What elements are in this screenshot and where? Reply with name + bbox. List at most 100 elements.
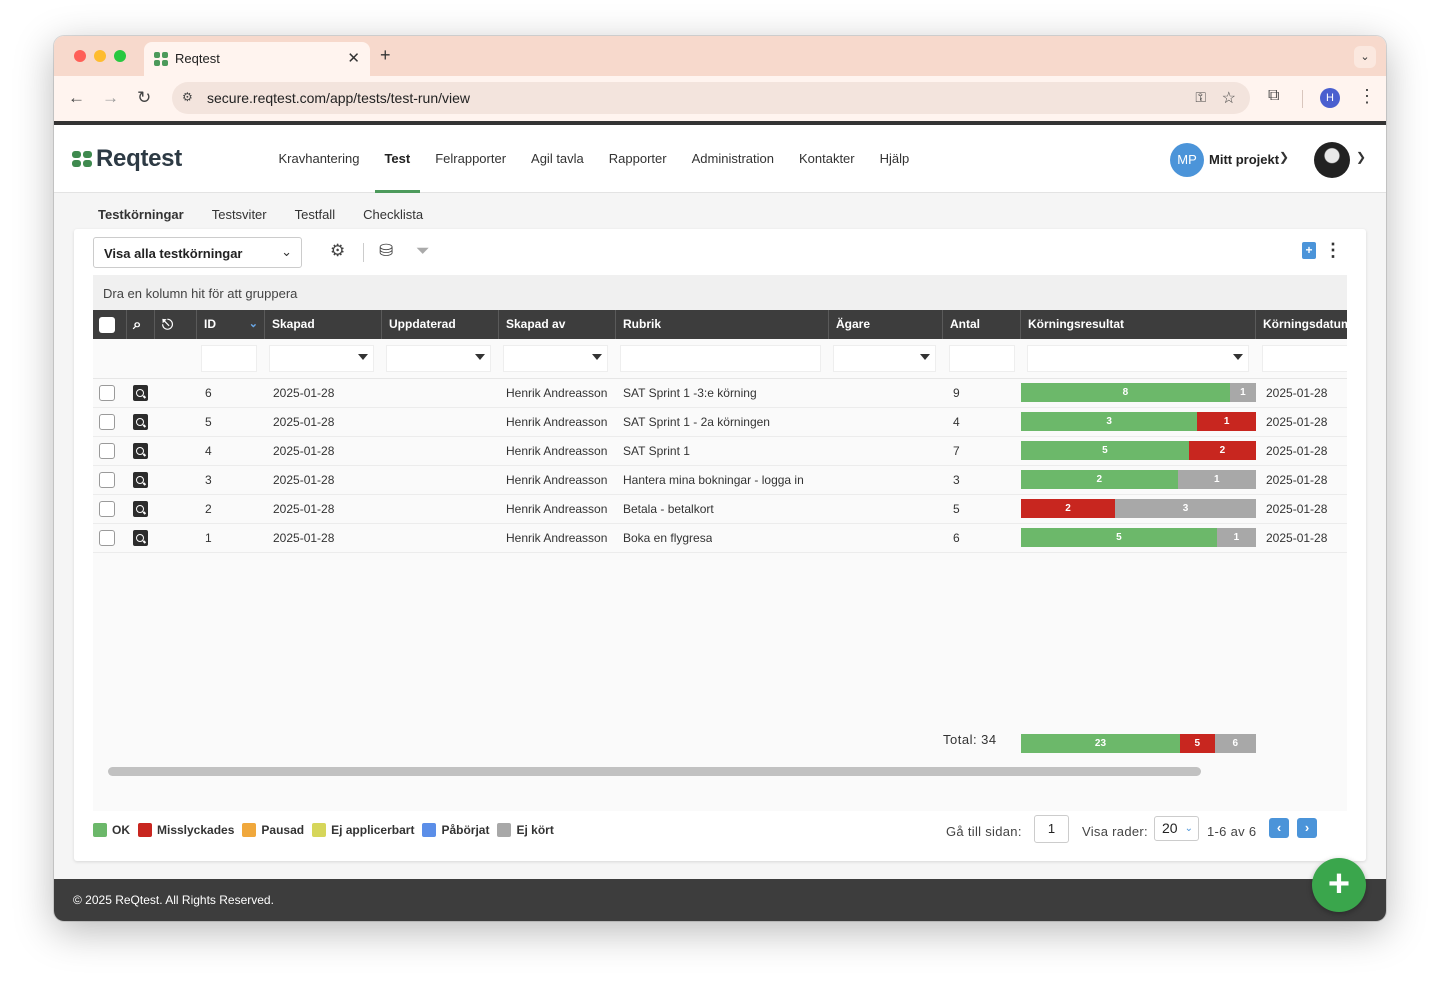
url-text[interactable]: secure.reqtest.com/app/tests/test-run/vi… (207, 90, 470, 106)
browser-window: Reqtest ✕ + ⌄ ← → ↻ ⚙ secure.reqtest.com… (54, 36, 1386, 921)
more-options-icon[interactable]: ⋮ (1324, 240, 1342, 261)
nav-item-agil-tavla[interactable]: Agil tavla (519, 125, 597, 193)
cell-title[interactable]: SAT Sprint 1 - 2a körningen (623, 408, 770, 436)
cell-title[interactable]: Betala - betalkort (623, 495, 714, 523)
project-badge[interactable]: MP (1170, 143, 1204, 177)
row-checkbox[interactable] (99, 385, 115, 401)
view-select-dropdown[interactable]: Visa alla testkörningar ⌄ (93, 237, 302, 268)
sort-chevron-icon[interactable]: ⌄ (249, 310, 258, 339)
cell-title[interactable]: SAT Sprint 1 (623, 437, 690, 465)
filter-korningsresultat-dropdown[interactable] (1027, 345, 1249, 372)
browser-profile-avatar[interactable]: H (1320, 88, 1340, 108)
project-selector[interactable]: Mitt projekt (1209, 152, 1279, 167)
settings-gear-icon[interactable]: ⚙ (330, 241, 345, 261)
forward-arrow-icon[interactable]: → (102, 88, 119, 108)
nav-item-administration[interactable]: Administration (679, 125, 786, 193)
row-checkbox[interactable] (99, 443, 115, 459)
goto-page-input[interactable]: 1 (1034, 815, 1069, 843)
column-header-antal[interactable]: Antal (943, 310, 1021, 339)
view-details-icon[interactable] (133, 414, 148, 430)
filter-skapad-av-dropdown[interactable] (503, 345, 608, 372)
close-window-button[interactable] (74, 50, 86, 62)
user-chevron-down-icon[interactable]: ❯ (1356, 150, 1366, 164)
cell-title[interactable]: SAT Sprint 1 -3:e körning (623, 379, 757, 407)
previous-page-button[interactable]: ‹ (1269, 818, 1289, 838)
reload-icon[interactable]: ↻ (137, 88, 151, 108)
tab-testfall[interactable]: Testfall (281, 193, 349, 228)
filter-antal-input[interactable] (949, 345, 1015, 372)
view-details-icon[interactable] (133, 501, 148, 517)
next-page-button[interactable]: › (1297, 818, 1317, 838)
filter-id-input[interactable] (201, 345, 257, 372)
filter-uppdaterad-dropdown[interactable] (386, 345, 491, 372)
row-checkbox[interactable] (99, 414, 115, 430)
column-header-agare[interactable]: Ägare (829, 310, 943, 339)
user-avatar[interactable] (1314, 142, 1350, 178)
tab-testkorningar[interactable]: Testkörningar (84, 193, 198, 235)
nav-item-rapporter[interactable]: Rapporter (596, 125, 679, 193)
clear-filter-icon[interactable]: ⏷ (416, 241, 430, 261)
legend-item: Ej kört (497, 823, 554, 837)
column-header-korningsresultat[interactable]: Körningsresultat (1021, 310, 1256, 339)
nav-item-kravhantering[interactable]: Kravhantering (266, 125, 372, 193)
rows-per-page-select[interactable]: 20 ⌄ (1154, 816, 1199, 841)
nav-item-felrapporter[interactable]: Felrapporter (423, 125, 519, 193)
row-checkbox[interactable] (99, 501, 115, 517)
view-details-icon[interactable] (133, 443, 148, 459)
save-view-icon[interactable]: ⛁ (379, 241, 393, 261)
nav-item-kontakter[interactable]: Kontakter (786, 125, 867, 193)
minimize-window-button[interactable] (94, 50, 106, 62)
column-header-korningsdatum[interactable]: Körningsdatum (1256, 310, 1347, 339)
column-header-id[interactable]: ID ⌄ (197, 310, 265, 339)
header-select-all-cell (93, 310, 127, 339)
filter-agare-dropdown[interactable] (833, 345, 936, 372)
group-panel[interactable]: Dra en kolumn hit för att gruppera (93, 275, 1347, 310)
tab-search-chevron-icon[interactable]: ⌄ (1354, 46, 1376, 68)
filter-rubrik-input[interactable] (620, 345, 821, 372)
new-tab-button[interactable]: + (380, 45, 391, 66)
back-arrow-icon[interactable]: ← (68, 88, 85, 108)
tab-close-icon[interactable]: ✕ (347, 49, 360, 67)
bookmark-star-icon[interactable]: ☆ (1222, 88, 1236, 108)
table-row[interactable]: 3 2025-01-28 Henrik Andreasson Hantera mina… (93, 466, 1347, 495)
table-row[interactable]: 1 2025-01-28 Henrik Andreasson Boka en flyg… (93, 524, 1347, 553)
column-header-skapad[interactable]: Skapad (265, 310, 382, 339)
table-row[interactable]: 6 2025-01-28 Henrik Andreasson SAT Sprint 1… (93, 379, 1347, 408)
table-row[interactable]: 4 2025-01-28 Henrik Andreasson SAT Sprint 1… (93, 437, 1347, 466)
view-details-icon[interactable] (133, 385, 148, 401)
cell-title[interactable]: Hantera mina bokningar - logga in (623, 466, 804, 494)
select-all-checkbox[interactable] (99, 317, 115, 333)
tab-testsviter[interactable]: Testsviter (198, 193, 281, 228)
tab-checklista[interactable]: Checklista (349, 193, 437, 228)
cell-title[interactable]: Boka en flygresa (623, 524, 712, 552)
filter-korningsdatum-input[interactable] (1262, 345, 1347, 372)
rows-per-page-label: Visa rader: (1082, 824, 1148, 839)
legend-label: Ej kört (516, 823, 554, 837)
column-header-uppdaterad[interactable]: Uppdaterad (382, 310, 499, 339)
chevron-down-icon: ⌄ (1184, 823, 1193, 834)
table-row[interactable]: 5 2025-01-28 Henrik Andreasson SAT Sprint 1… (93, 408, 1347, 437)
row-checkbox[interactable] (99, 530, 115, 546)
cell-created-by: Henrik Andreasson (506, 415, 608, 429)
header-view-icon: ⌕ (127, 310, 155, 339)
nav-item-hjalp[interactable]: Hjälp (867, 125, 922, 193)
extensions-puzzle-icon[interactable]: ⧉ (1268, 87, 1279, 105)
view-details-icon[interactable] (133, 530, 148, 546)
column-header-rubrik[interactable]: Rubrik (616, 310, 829, 339)
add-new-button[interactable]: + (1312, 858, 1366, 912)
project-chevron-down-icon[interactable]: ❯ (1279, 150, 1289, 164)
maximize-window-button[interactable] (114, 50, 126, 62)
table-row[interactable]: 2 2025-01-28 Henrik Andreasson Betala - bet… (93, 495, 1347, 524)
column-header-skapad-av[interactable]: Skapad av (499, 310, 616, 339)
browser-menu-icon[interactable]: ⋮ (1358, 86, 1376, 107)
new-document-icon[interactable]: + (1302, 242, 1316, 259)
view-details-icon[interactable] (133, 472, 148, 488)
browser-tab[interactable]: Reqtest ✕ (144, 42, 370, 76)
address-bar[interactable]: ⚙ secure.reqtest.com/app/tests/test-run/… (172, 82, 1250, 114)
password-key-icon[interactable]: ⚿ (1195, 89, 1206, 106)
site-settings-icon[interactable]: ⚙ (182, 90, 193, 104)
horizontal-scrollbar[interactable] (108, 767, 1201, 776)
row-checkbox[interactable] (99, 472, 115, 488)
filter-skapad-dropdown[interactable] (269, 345, 374, 372)
nav-item-test[interactable]: Test (372, 125, 423, 193)
